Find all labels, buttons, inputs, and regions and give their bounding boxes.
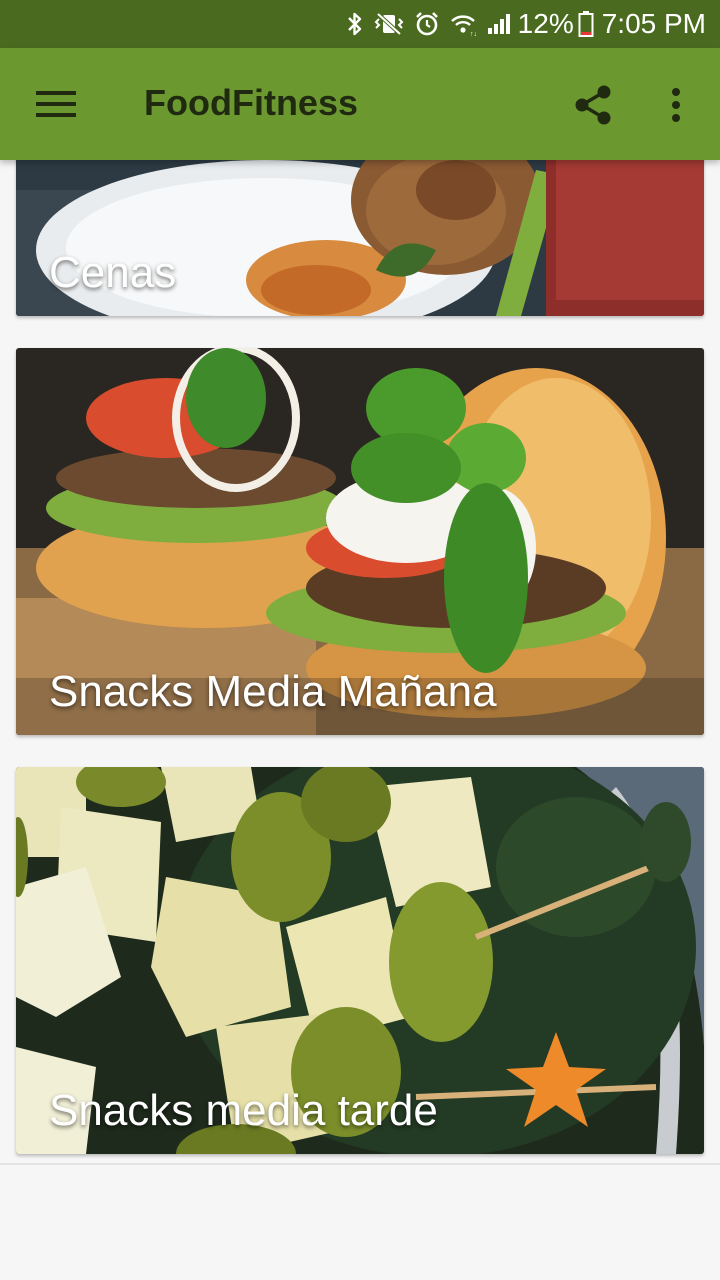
- category-card-snacks-media-manana[interactable]: Snacks Media Mañana: [16, 348, 704, 735]
- bluetooth-icon: [346, 11, 364, 37]
- menu-button[interactable]: [26, 78, 86, 130]
- alarm-icon: [414, 11, 440, 37]
- card-label: Snacks media tarde: [49, 1086, 438, 1135]
- category-card-snacks-media-tarde[interactable]: Snacks media tarde: [16, 767, 704, 1154]
- vibrate-icon: [374, 12, 404, 36]
- list-end-divider: [0, 1163, 720, 1165]
- app-title: FoodFitness: [144, 82, 358, 123]
- card-label: Cenas: [49, 248, 177, 297]
- share-icon: [575, 85, 611, 125]
- status-bar: ↑↓ 12% 7:05 PM: [0, 0, 720, 48]
- clock-time: 7:05 PM: [601, 8, 706, 39]
- svg-text:↑↓: ↑↓: [470, 31, 476, 37]
- app-bar: FoodFitness: [0, 48, 720, 160]
- wifi-icon: ↑↓: [450, 11, 476, 37]
- card-label: Snacks Media Mañana: [49, 667, 497, 716]
- more-vert-icon: [672, 88, 680, 122]
- share-button[interactable]: [568, 80, 618, 130]
- more-options-button[interactable]: [656, 80, 696, 130]
- menu-icon: [36, 91, 76, 117]
- battery-icon: [578, 10, 594, 38]
- signal-icon: [486, 12, 512, 36]
- battery-percent: 12%: [517, 8, 574, 39]
